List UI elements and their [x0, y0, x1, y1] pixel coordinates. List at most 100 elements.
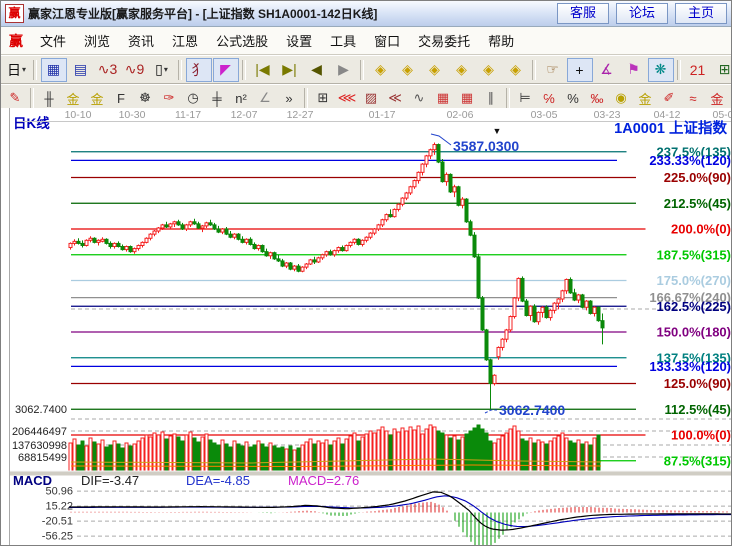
- chart-canvas[interactable]: 日K线10-1010-3011-1712-0712-2701-1702-0603…: [1, 108, 732, 546]
- expand-button[interactable]: ◈: [503, 58, 529, 82]
- candle-body: [245, 239, 248, 242]
- low-annotation-leader: [485, 410, 497, 413]
- menu-item-5[interactable]: 公式选股: [207, 28, 277, 53]
- candle-body: [193, 222, 196, 224]
- candle-body: [181, 225, 184, 229]
- page-forward-button[interactable]: ▶: [331, 58, 357, 82]
- menu-item-7[interactable]: 工具: [321, 28, 365, 53]
- wave-tool-button[interactable]: ≈: [682, 86, 705, 110]
- panel-grid-button[interactable]: ⊞: [312, 86, 335, 110]
- angle-line-button[interactable]: ∠: [254, 86, 277, 110]
- wave-pen-button[interactable]: ✐: [658, 86, 681, 110]
- volume-bar: [497, 439, 500, 471]
- volume-bar: [173, 434, 176, 471]
- customer-service-button[interactable]: 客服: [557, 3, 609, 24]
- crosshair-button[interactable]: +: [567, 58, 593, 82]
- gold-grid-2-button[interactable]: 金: [86, 86, 109, 110]
- quote-list-button[interactable]: ▤: [68, 58, 94, 82]
- time-cycle-button[interactable]: ◷: [182, 86, 205, 110]
- gann-line-button[interactable]: ╫: [38, 86, 61, 110]
- square-n2-button[interactable]: n²: [230, 86, 253, 110]
- menu-item-9[interactable]: 交易委托: [409, 28, 479, 53]
- flag-tool-button[interactable]: ⚑: [621, 58, 647, 82]
- macd-dif-value: DIF=-3.47: [81, 473, 139, 488]
- candle-body: [229, 234, 232, 237]
- candle-body: [357, 239, 360, 244]
- page-back-button[interactable]: ◀: [304, 58, 330, 82]
- red-grid-button[interactable]: ▦: [432, 86, 455, 110]
- calendar-button[interactable]: 21: [685, 58, 711, 82]
- candle-body: [265, 252, 268, 256]
- chart-area[interactable]: 日K线10-1010-3011-1712-0712-2701-1702-0603…: [1, 108, 732, 546]
- zigzag-button[interactable]: ∿: [408, 86, 431, 110]
- candle-body: [489, 360, 492, 384]
- grid-tool-button[interactable]: ╪: [206, 86, 229, 110]
- pattern-box-button[interactable]: ▨: [360, 86, 383, 110]
- volume-bar: [513, 426, 516, 471]
- volume-bar: [373, 433, 376, 471]
- menu-item-1[interactable]: 文件: [31, 28, 75, 53]
- volume-bar: [297, 448, 300, 471]
- gann-wolf-button[interactable]: 犭: [186, 58, 212, 82]
- candle-body: [513, 298, 516, 317]
- gold-bar-button[interactable]: 金: [706, 86, 729, 110]
- more-tools-button[interactable]: »: [278, 86, 301, 110]
- red-grid-2-button[interactable]: ▦: [456, 86, 479, 110]
- more-tools-icon: »: [285, 91, 292, 106]
- spiral-button[interactable]: ☸: [134, 86, 157, 110]
- candle-body: [85, 240, 88, 245]
- angle-measure-button[interactable]: ∡: [594, 58, 620, 82]
- brain-tool-button[interactable]: ❋: [648, 58, 674, 82]
- menu-logo-icon: 赢: [9, 31, 23, 51]
- parallel-lines-button[interactable]: ∥: [480, 86, 503, 110]
- graph-window-button[interactable]: ▦: [41, 58, 67, 82]
- compress-button[interactable]: ◈: [476, 58, 502, 82]
- menu-item-2[interactable]: 浏览: [75, 28, 119, 53]
- price-ruler-button[interactable]: ⊨: [514, 86, 537, 110]
- percent-button[interactable]: %: [562, 86, 585, 110]
- menu-item-10[interactable]: 帮助: [479, 28, 523, 53]
- kline-period-button[interactable]: 日▾: [4, 58, 30, 82]
- first-page-button[interactable]: |◀: [250, 58, 276, 82]
- last-page-button[interactable]: ▶|: [277, 58, 303, 82]
- shift-right-button[interactable]: ◈: [395, 58, 421, 82]
- candle-body: [269, 253, 272, 256]
- percent-line-button[interactable]: ‰: [586, 86, 609, 110]
- gann-fan-button[interactable]: ⋘: [336, 86, 359, 110]
- candle-body: [377, 225, 380, 229]
- gold-grid-button[interactable]: 金: [62, 86, 85, 110]
- first-page-icon: |◀: [255, 61, 269, 78]
- fib-grid-button[interactable]: F: [110, 86, 133, 110]
- fan-lines-button[interactable]: ≪: [384, 86, 407, 110]
- menu-item-8[interactable]: 窗口: [365, 28, 409, 53]
- zoom-out-x-button[interactable]: ◈: [449, 58, 475, 82]
- gold-line-button[interactable]: 金: [634, 86, 657, 110]
- sub-indicator-9-button[interactable]: ∿9: [122, 58, 148, 82]
- sub-indicator-3-button[interactable]: ∿3: [95, 58, 121, 82]
- rocket-chart-button[interactable]: ✑: [158, 86, 181, 110]
- calculator-button[interactable]: ⊞: [712, 58, 732, 82]
- candle-body: [177, 222, 180, 225]
- candle-body: [597, 307, 600, 320]
- homepage-button[interactable]: 主页: [675, 3, 727, 24]
- menu-item-6[interactable]: 设置: [277, 28, 321, 53]
- color-fan-button[interactable]: ◤: [213, 58, 239, 82]
- gold-coin-button[interactable]: ◉: [610, 86, 633, 110]
- hand-tool-button[interactable]: ☞: [540, 58, 566, 82]
- menu-item-3[interactable]: 资讯: [119, 28, 163, 53]
- candle-body: [77, 241, 80, 243]
- candle-body: [109, 243, 112, 246]
- shift-left-button[interactable]: ◈: [368, 58, 394, 82]
- zoom-in-x-icon: ◈: [429, 61, 440, 78]
- candle-body: [365, 237, 368, 240]
- candle-body: [321, 255, 324, 258]
- menu-item-4[interactable]: 江恩: [163, 28, 207, 53]
- date-tick-label: 11-17: [175, 109, 201, 121]
- forum-button[interactable]: 论坛: [616, 3, 668, 24]
- percent-retrace-button[interactable]: ℅: [538, 86, 561, 110]
- zoom-in-x-button[interactable]: ◈: [422, 58, 448, 82]
- draw-pen-button[interactable]: ✎: [4, 86, 27, 110]
- volume-bar: [157, 435, 160, 471]
- candle-style-button[interactable]: ▯▾: [149, 58, 175, 82]
- date-tick-label: 03-23: [594, 109, 621, 121]
